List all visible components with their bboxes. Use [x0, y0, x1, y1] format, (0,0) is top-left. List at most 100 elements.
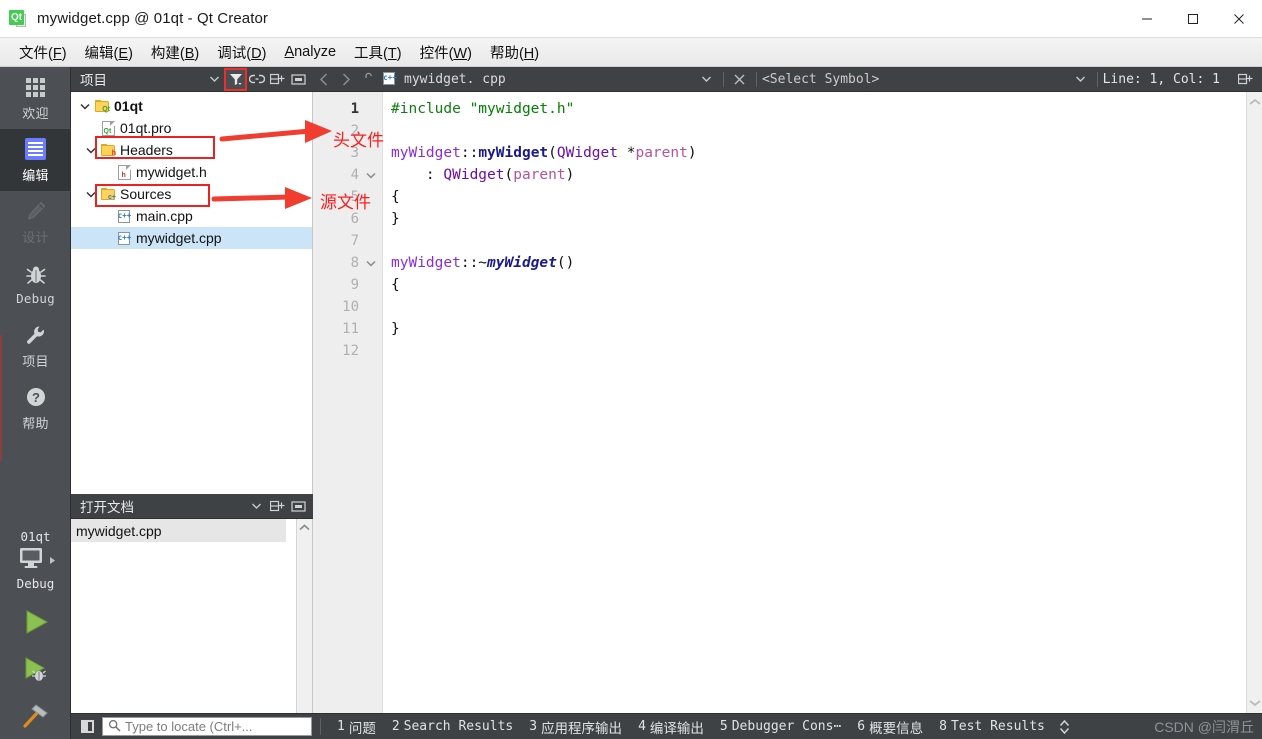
- fold-chevron-down-icon[interactable]: [366, 257, 376, 270]
- sidebar-item-welcome[interactable]: 欢迎: [0, 67, 71, 129]
- close-document-icon[interactable]: [729, 67, 751, 92]
- code-line[interactable]: #include "mywidget.h": [391, 98, 1262, 120]
- scroll-down-icon[interactable]: [1248, 693, 1261, 713]
- sidebar-item-help[interactable]: ? 帮助: [0, 377, 71, 439]
- tree-item-main-cpp[interactable]: c++ main.cpp: [71, 205, 312, 227]
- code-line[interactable]: myWidget::~myWidget(): [391, 252, 1262, 274]
- chevron-down-icon[interactable]: [83, 191, 99, 198]
- editor-body[interactable]: 1 2 3 4 5 6 7 8 9 10 11 12 #include "mywidget.h" my…: [313, 92, 1262, 713]
- pane-number: 3: [529, 719, 538, 734]
- menu-tools[interactable]: 工具(T): [345, 39, 411, 66]
- split-icon[interactable]: [1234, 67, 1256, 92]
- minimize-button[interactable]: [1124, 0, 1170, 38]
- menu-edit[interactable]: 编辑(E): [76, 39, 142, 66]
- list-item[interactable]: mywidget.cpp: [71, 519, 286, 542]
- qt-logo-icon: Qt: [9, 9, 27, 28]
- scroll-up-icon[interactable]: [299, 519, 310, 537]
- unlocked-icon[interactable]: [357, 67, 379, 92]
- output-pane-compile-output[interactable]: 4 编译输出: [630, 717, 712, 737]
- editor-filename[interactable]: mywidget. cpp: [404, 72, 506, 87]
- locator-input[interactable]: Type to locate (Ctrl+...: [102, 717, 312, 736]
- select-symbol-dropdown[interactable]: <Select Symbol>: [762, 72, 879, 87]
- output-pane-search-results[interactable]: 2 Search Results: [384, 719, 521, 734]
- sidebar-item-debug[interactable]: Debug: [0, 253, 71, 315]
- open-documents-chevron-down-icon[interactable]: [247, 497, 266, 516]
- back-arrow-icon[interactable]: [313, 67, 335, 92]
- sources-folder-icon: c+: [99, 188, 117, 201]
- build-button[interactable]: [0, 692, 71, 739]
- minimize-pane-icon[interactable]: [289, 497, 308, 516]
- output-pane-application-output[interactable]: 3 应用程序输出: [521, 717, 630, 737]
- code-token: QWidget: [556, 145, 618, 161]
- code-token: myWidget: [391, 145, 461, 161]
- split-icon[interactable]: [268, 70, 287, 89]
- open-document-label: mywidget.cpp: [76, 522, 162, 539]
- project-tree[interactable]: Qt 01qt Qt 01qt.pro h Headers h mywidget…: [71, 92, 313, 494]
- output-pane-debugger-console[interactable]: 5 Debugger Cons⋯: [712, 719, 849, 734]
- code-line[interactable]: {: [391, 274, 1262, 296]
- sidebar-item-design[interactable]: 设计: [0, 191, 71, 253]
- output-pane-issues[interactable]: 1 问题: [329, 717, 384, 737]
- code-line[interactable]: }: [391, 318, 1262, 340]
- tree-item-headers[interactable]: h Headers: [71, 139, 312, 161]
- code-line[interactable]: }: [391, 208, 1262, 230]
- code-line[interactable]: [391, 340, 1262, 362]
- debug-run-button[interactable]: [0, 645, 71, 692]
- tree-item-label: mywidget.cpp: [136, 230, 222, 246]
- tree-item-01qt-pro[interactable]: Qt 01qt.pro: [71, 117, 312, 139]
- split-icon[interactable]: [268, 497, 287, 516]
- file-dropdown-chevron-down-icon[interactable]: [696, 67, 718, 92]
- minimize-pane-icon[interactable]: [289, 70, 308, 89]
- open-documents-scrollbar[interactable]: [296, 519, 312, 738]
- tree-item-mywidget-h[interactable]: h mywidget.h: [71, 161, 312, 183]
- output-pane-test-results[interactable]: 8 Test Results: [931, 719, 1053, 734]
- code-line[interactable]: myWidget::myWidget(QWidget *parent): [391, 142, 1262, 164]
- menu-widgets[interactable]: 控件(W): [411, 39, 481, 66]
- fold-chevron-down-icon[interactable]: [366, 169, 376, 182]
- tree-item-mywidget-cpp[interactable]: c++ mywidget.cpp: [71, 227, 312, 249]
- link-icon[interactable]: [247, 70, 266, 89]
- scroll-up-icon[interactable]: [1248, 92, 1261, 112]
- run-button[interactable]: [0, 598, 71, 645]
- toggle-sidebar-icon[interactable]: [76, 718, 98, 735]
- kit-expand-arrow-icon[interactable]: [49, 552, 56, 570]
- sidebar-item-edit[interactable]: 编辑: [0, 129, 71, 191]
- chevron-down-icon[interactable]: [77, 103, 93, 110]
- open-documents-list[interactable]: mywidget.cpp: [71, 519, 313, 738]
- h-file-icon: h: [115, 164, 133, 180]
- line-number: 6: [350, 211, 359, 227]
- menu-analyze[interactable]: Analyze: [275, 41, 345, 63]
- tree-item-01qt[interactable]: Qt 01qt: [71, 95, 312, 117]
- code-token: ): [687, 145, 697, 161]
- kit-selector[interactable]: 01qt Debug: [0, 525, 71, 739]
- code-line[interactable]: {: [391, 186, 1262, 208]
- code-token: }: [391, 211, 400, 227]
- close-button[interactable]: [1216, 0, 1262, 38]
- pane-spinner-icon[interactable]: [1053, 719, 1076, 735]
- tree-item-label: 01qt: [114, 98, 143, 114]
- code-line[interactable]: : QWidget(parent): [391, 164, 1262, 186]
- symbol-dropdown-chevron-down-icon[interactable]: [1070, 67, 1092, 92]
- menu-help[interactable]: 帮助(H): [481, 39, 548, 66]
- menu-build[interactable]: 构建(B): [142, 39, 208, 66]
- tree-item-sources[interactable]: c+ Sources: [71, 183, 312, 205]
- code-token: QWidget: [443, 167, 505, 183]
- pane-label: 问题: [348, 720, 376, 736]
- menu-file[interactable]: 文件(F): [10, 39, 76, 66]
- code-line[interactable]: [391, 120, 1262, 142]
- forward-arrow-icon[interactable]: [335, 67, 357, 92]
- chevron-down-icon[interactable]: [83, 147, 99, 154]
- kit-target-row[interactable]: [0, 545, 71, 576]
- maximize-button[interactable]: [1170, 0, 1216, 38]
- code-line[interactable]: [391, 230, 1262, 252]
- editor-scrollbar[interactable]: [1246, 92, 1262, 713]
- code-line[interactable]: [391, 296, 1262, 318]
- sidebar-item-projects[interactable]: 项目: [0, 315, 71, 377]
- view-selector-chevron-down-icon[interactable]: [205, 70, 224, 89]
- code-token: parent: [635, 145, 688, 161]
- output-pane-general-messages[interactable]: 6 概要信息: [849, 717, 931, 737]
- search-icon: [108, 719, 121, 735]
- code-text[interactable]: #include "mywidget.h" myWidget::myWidget…: [383, 92, 1262, 713]
- filter-icon[interactable]: [224, 67, 247, 91]
- menu-debug[interactable]: 调试(D): [208, 39, 275, 66]
